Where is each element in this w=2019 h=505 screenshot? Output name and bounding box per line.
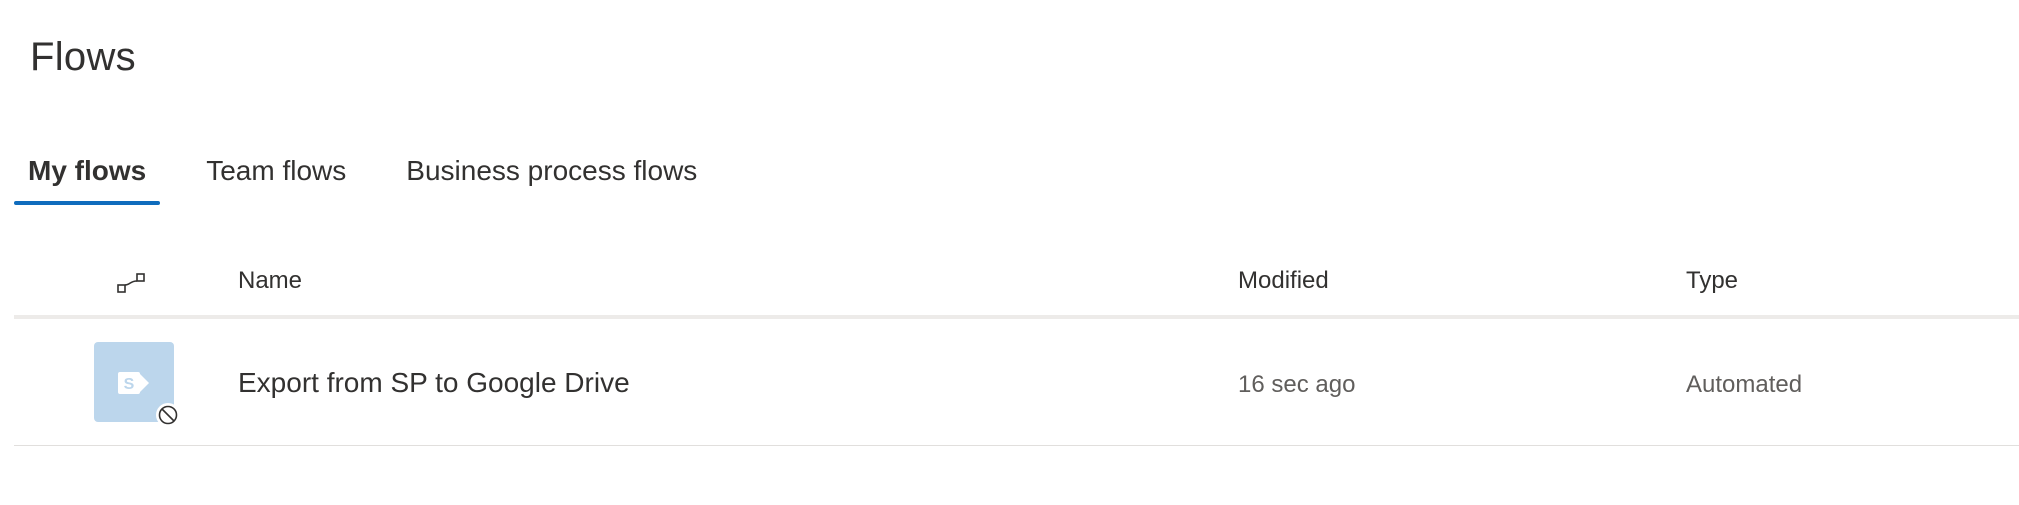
tab-my-flows[interactable]: My flows: [14, 145, 161, 205]
flow-icon: [117, 273, 145, 293]
svg-text:S: S: [124, 376, 135, 393]
column-header-modified[interactable]: Modified: [1238, 267, 1329, 295]
table-header-row: Name Modified Type: [14, 245, 2019, 319]
table-row[interactable]: S Export from SP to Google Drive 16 sec …: [14, 319, 2019, 446]
page-title: Flows: [30, 35, 136, 79]
tab-business-process-flows[interactable]: Business process flows: [392, 145, 711, 203]
flows-table: Name Modified Type S Export from SP to G…: [14, 245, 2019, 446]
flows-page: Flows My flows Team flows Business proce…: [0, 0, 2019, 505]
disabled-icon: [156, 403, 180, 427]
flow-tabs: My flows Team flows Business process flo…: [14, 145, 743, 205]
flow-type: Automated: [1686, 371, 1803, 398]
flow-name-link[interactable]: Export from SP to Google Drive: [238, 367, 630, 399]
column-header-type[interactable]: Type: [1686, 267, 1738, 295]
tab-team-flows[interactable]: Team flows: [192, 145, 360, 203]
column-header-name[interactable]: Name: [238, 267, 302, 295]
flow-modified: 16 sec ago: [1238, 371, 1356, 398]
